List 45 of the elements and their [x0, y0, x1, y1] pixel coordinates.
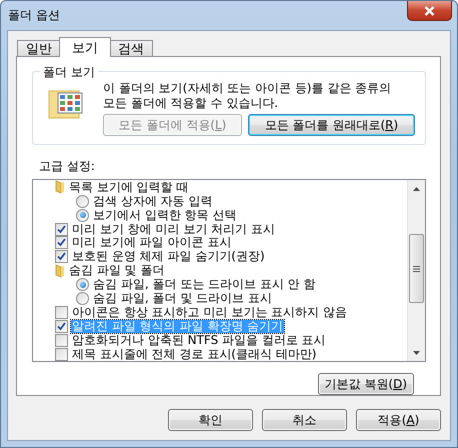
setting-group-label: 목록 보기에 입력할 때 [68, 180, 190, 194]
checkbox[interactable] [55, 334, 68, 347]
grip-icon [413, 266, 420, 272]
folder-view-icon [48, 89, 84, 119]
radio-button[interactable] [76, 194, 89, 208]
scroll-down-icon [413, 350, 420, 354]
radio-button[interactable] [76, 292, 89, 306]
tab[interactable]: 일반 [17, 40, 61, 57]
radio-label: 숨김 파일, 폴더 또는 드라이브 표시 안 함 [92, 278, 317, 292]
scrollbar[interactable] [407, 180, 425, 361]
checkbox-label: 암호화되거나 압축된 NTFS 파일을 컬러로 표시 [71, 334, 327, 347]
close-button[interactable] [407, 1, 452, 21]
scroll-up-icon [413, 186, 420, 191]
folder-icon [55, 180, 65, 194]
apply-button[interactable]: 적용(A) [356, 409, 441, 431]
tab[interactable]: 검색 [109, 40, 153, 57]
reset-folders-button[interactable]: 모든 폴더를 원래대로(R) [248, 114, 415, 136]
cancel-button[interactable]: 취소 [262, 409, 347, 431]
setting-group-label: 숨김 파일 및 폴더 [68, 264, 166, 278]
checkbox[interactable] [55, 250, 68, 264]
folder-icon [55, 264, 65, 278]
checkbox[interactable] [55, 222, 68, 236]
tab[interactable]: 보기 [59, 37, 111, 57]
checkbox[interactable] [55, 236, 68, 250]
checkbox-label: 미리 보기 창에 미리 보기 처리기 표시 [71, 222, 276, 236]
radio-button[interactable] [76, 278, 89, 292]
checkbox-label: 아이콘은 항상 표시하고 미리 보기는 표시하지 않음 [71, 306, 348, 319]
group-title: 폴더 보기 [40, 64, 98, 81]
ok-button[interactable]: 확인 [168, 409, 253, 431]
section-heading: 고급 설정: [39, 158, 96, 176]
radio-label: 보기에서 입력한 항목 선택 [92, 208, 238, 222]
checkbox-label: 보호된 운영 체제 파일 숨기기(권장) [71, 250, 266, 264]
checkbox[interactable] [55, 320, 68, 333]
description-text: 이 폴더의 보기(자세히 또는 아이콘 등)를 같은 종류의 모든 폴더에 적용할 수 있습니다. [103, 81, 392, 111]
checkbox-label: 알려진 파일 형식의 파일 확장명 숨기기 [71, 320, 284, 333]
restore-defaults-button[interactable]: 기본값 복원(D) [318, 373, 414, 395]
radio-button[interactable] [76, 208, 89, 222]
radio-label: 검색 상자에 자동 입력 [92, 194, 214, 208]
window-title: 폴더 옵션 [8, 7, 60, 24]
checkbox[interactable] [55, 306, 68, 319]
checkbox[interactable] [55, 348, 68, 361]
checkbox-label: 미리 보기에 파일 아이콘 표시 [71, 236, 232, 250]
radio-label: 숨김 파일, 폴더 및 드라이브 표시 [92, 292, 273, 306]
checkbox-label: 제목 표시줄에 전체 경로 표시(클래식 테마만) [71, 348, 318, 361]
close-icon [424, 6, 435, 16]
